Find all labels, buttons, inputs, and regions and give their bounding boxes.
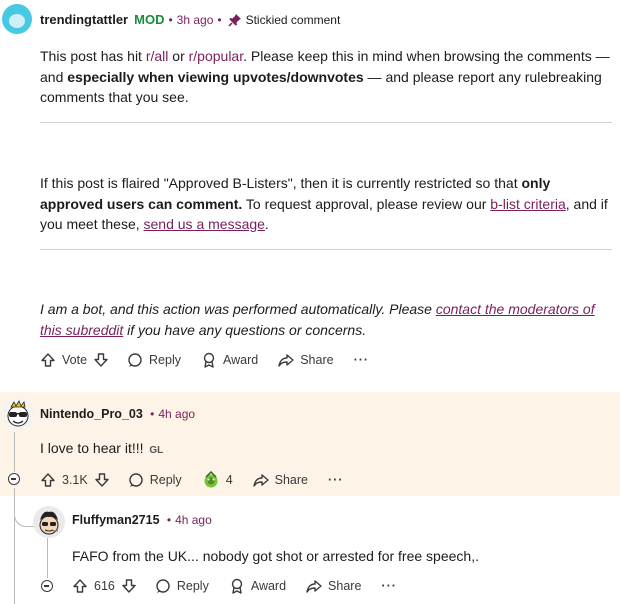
author-name[interactable]: trendingtattler (40, 12, 128, 27)
comment-bubble-icon (128, 353, 142, 367)
reply-button[interactable]: Reply (127, 352, 181, 368)
reply-button[interactable]: Reply (128, 472, 182, 488)
more-options-button[interactable]: ··· (381, 579, 397, 593)
avatar[interactable] (2, 398, 34, 430)
pin-icon (228, 13, 242, 27)
thread-line[interactable] (47, 538, 48, 578)
timestamp: 4h ago (175, 513, 212, 527)
subreddit-link-all[interactable]: r/all (146, 48, 169, 64)
comment-actions: Vote Reply Award Share ··· (40, 352, 389, 368)
reply-button[interactable]: Reply (155, 578, 209, 594)
author-name[interactable]: Nintendo_Pro_03 (40, 407, 143, 421)
more-options-button[interactable]: ··· (354, 353, 370, 367)
comment-paragraph-2: If this post is flaired "Approved B-List… (40, 175, 608, 232)
share-label: Share (274, 473, 308, 487)
share-button[interactable]: Share (252, 472, 308, 488)
collapse-thread-button[interactable] (41, 580, 53, 592)
separator-dot: • (146, 407, 155, 421)
timestamp: 3h ago (176, 12, 214, 27)
flair-emote: GL (149, 445, 164, 456)
timestamp: 4h ago (158, 407, 196, 421)
reply-label: Reply (176, 579, 209, 593)
separator-dot: • (168, 12, 173, 27)
author-name[interactable]: Fluffyman2715 (72, 513, 160, 527)
more-icon: ··· (381, 579, 397, 593)
comment-body: I love to hear it!!! GL (40, 440, 164, 456)
comment-paragraph-3: I am a bot, and this action was performe… (40, 301, 595, 338)
share-icon (278, 354, 294, 367)
stickied-comment: trendingtattler MOD • 3h ago • Stickied … (0, 0, 620, 382)
downvote-icon[interactable] (94, 472, 110, 488)
avatar[interactable] (2, 4, 32, 34)
upvote-icon[interactable] (40, 352, 56, 368)
send-message-link[interactable]: send us a message (144, 216, 265, 232)
mod-badge: MOD (134, 12, 165, 27)
upvote-icon[interactable] (72, 578, 88, 594)
award-icon (203, 352, 215, 368)
comment-body: FAFO from the UK... nobody got shot or a… (72, 548, 479, 564)
award-emoji-icon (204, 471, 218, 488)
vote-count: 3.1K (62, 473, 88, 487)
share-icon (306, 580, 322, 593)
award-label: Award (223, 353, 259, 367)
divider (40, 122, 612, 123)
downvote-icon[interactable] (93, 352, 109, 368)
vote-label: Vote (62, 353, 88, 367)
share-icon (252, 474, 269, 487)
comment-bubble-icon (156, 579, 170, 593)
reply-label: Reply (149, 473, 182, 487)
comment-actions: 3.1K Reply 4 Share ··· (40, 471, 364, 489)
b-list-criteria-link[interactable]: b-list criteria (490, 196, 565, 212)
separator-dot: • (163, 513, 172, 527)
more-options-button[interactable]: ··· (328, 473, 344, 487)
upvote-icon[interactable] (40, 472, 56, 488)
more-icon: ··· (328, 473, 344, 487)
award-label: Award (250, 579, 287, 593)
comment-paragraph-1: This post has hit r/all or r/popular. Pl… (40, 48, 610, 105)
comment-meta: Nintendo_Pro_03 • 4h ago (40, 407, 195, 421)
collapse-thread-button[interactable] (8, 473, 20, 485)
share-label: Share (300, 353, 334, 367)
comment-actions: 616 Reply Award Share ··· (72, 578, 417, 594)
vote-group: Vote (40, 352, 109, 368)
vote-count: 616 (94, 579, 115, 593)
reply-label: Reply (149, 353, 181, 367)
award-button[interactable]: Award (229, 578, 286, 594)
downvote-icon[interactable] (121, 578, 137, 594)
divider (40, 249, 612, 250)
avatar[interactable] (33, 506, 65, 538)
share-button[interactable]: Share (278, 352, 334, 368)
share-label: Share (328, 579, 362, 593)
comment-meta: Fluffyman2715 • 4h ago (72, 513, 212, 527)
sticky-label: Stickied comment (245, 12, 341, 27)
award-count: 4 (225, 473, 233, 487)
award-button[interactable]: 4 (202, 471, 233, 489)
subreddit-link-popular[interactable]: r/popular (189, 48, 243, 64)
thread-line[interactable] (14, 432, 15, 472)
comment-meta: trendingtattler MOD • 3h ago • Stickied … (40, 12, 340, 27)
comment-bubble-icon (129, 473, 143, 487)
share-button[interactable]: Share (306, 578, 361, 594)
more-icon: ··· (353, 353, 370, 367)
vote-group: 3.1K (40, 472, 110, 488)
separator-dot: • (217, 12, 222, 27)
award-icon (231, 578, 243, 594)
thread-connector (14, 496, 35, 527)
vote-group: 616 (72, 578, 137, 594)
award-button[interactable]: Award (201, 352, 258, 368)
